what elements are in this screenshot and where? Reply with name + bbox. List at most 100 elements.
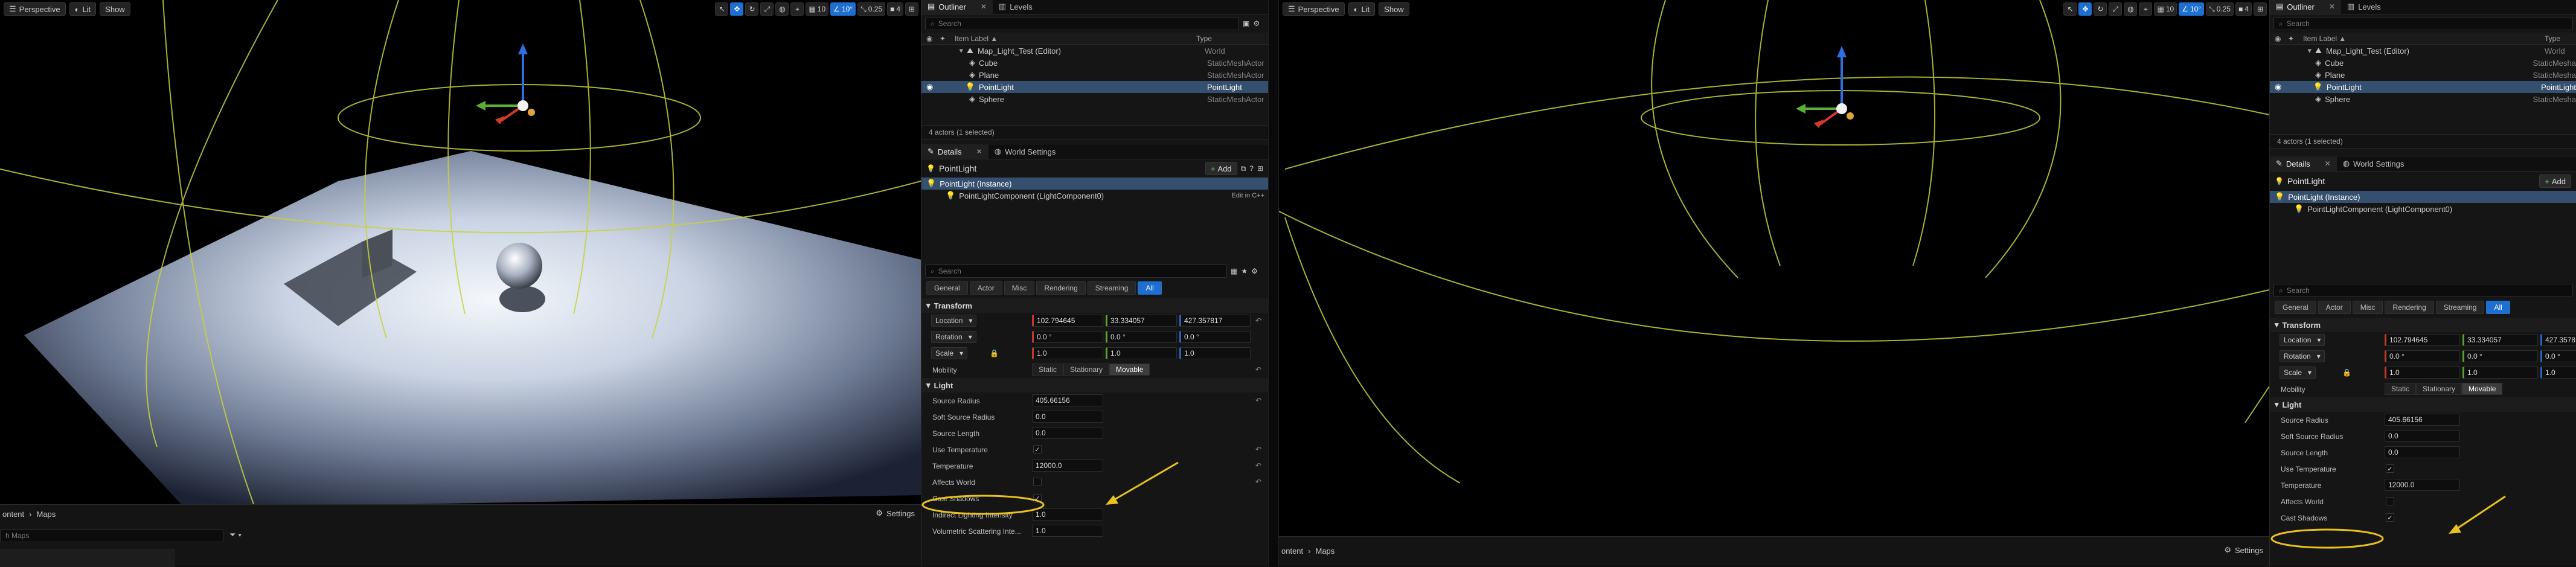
select-mode-icon[interactable]: ↖: [2063, 2, 2077, 16]
light-section[interactable]: ▾ Light: [921, 378, 1268, 392]
settings-button[interactable]: ⚙ Settings: [876, 508, 915, 518]
lit-button[interactable]: ◐ Lit: [1348, 2, 1376, 16]
blueprint-icon[interactable]: ⧉: [1241, 164, 1246, 173]
reset-icon[interactable]: ↶: [1255, 478, 1261, 486]
pin-icon[interactable]: ✦: [940, 34, 955, 43]
rotation-y-field[interactable]: 0.0 °: [2462, 350, 2538, 362]
transform-section[interactable]: ▾ Transform: [2270, 318, 2576, 332]
breadcrumb-maps[interactable]: Maps: [1316, 546, 1335, 556]
column-type[interactable]: Type: [2545, 34, 2560, 43]
camera-speed-button[interactable]: ■ 4: [2235, 2, 2252, 16]
temperature-field[interactable]: 12000.0: [1032, 460, 1103, 472]
world-space-icon[interactable]: ◍: [2124, 2, 2138, 16]
scale-z-field[interactable]: 1.0: [1179, 347, 1251, 359]
indirect-lighting-field[interactable]: 1.0: [1032, 508, 1103, 521]
actor-name[interactable]: PointLight: [939, 164, 976, 173]
add-component-button[interactable]: + Add: [2539, 175, 2571, 188]
use-temperature-checkbox[interactable]: ✓: [1033, 445, 1042, 453]
lock-icon[interactable]: ⊞: [1257, 164, 1263, 173]
tab-world-settings[interactable]: ◍ World Settings: [988, 144, 1062, 159]
location-x-field[interactable]: 102.794645: [2385, 334, 2460, 346]
mobility-movable[interactable]: Movable: [1109, 364, 1150, 376]
surface-snap-icon[interactable]: ⌖: [790, 2, 804, 16]
tab-details[interactable]: ✎ Details ✕: [921, 144, 988, 159]
rotation-x-field[interactable]: 0.0 °: [2385, 350, 2460, 362]
scale-snap-button[interactable]: ⤡ 0.25: [2206, 2, 2234, 16]
category-rendering[interactable]: Rendering: [2385, 301, 2434, 314]
actor-name[interactable]: PointLight: [2287, 176, 2325, 186]
star-icon[interactable]: ★: [1241, 267, 1248, 275]
category-actor[interactable]: Actor: [969, 281, 1002, 295]
location-z-field[interactable]: 427.35781: [2540, 334, 2576, 346]
use-temperature-checkbox[interactable]: ✓: [2386, 464, 2394, 473]
right-viewport[interactable]: ☰ Perspective ◐ Lit Show ↖ ✥ ↻ ⤢ ◍ ⌖ ▦ 10 ∠…: [1279, 0, 2269, 536]
translate-mode-icon[interactable]: ✥: [730, 2, 744, 16]
category-streaming[interactable]: Streaming: [2435, 301, 2485, 314]
category-streaming[interactable]: Streaming: [1087, 281, 1136, 295]
reset-icon[interactable]: ↶: [1255, 461, 1261, 470]
settings-icon[interactable]: ⚙: [1251, 267, 1258, 275]
lock-ratio-icon[interactable]: 🔒: [990, 349, 999, 357]
outliner-search-input[interactable]: ⌕ Search: [2273, 17, 2573, 30]
location-dropdown[interactable]: Location ▾: [2280, 334, 2325, 346]
category-general[interactable]: General: [2275, 301, 2316, 314]
world-space-icon[interactable]: ◍: [775, 2, 789, 16]
tree-row-cube[interactable]: ◈ Cube StaticMesha: [2270, 57, 2576, 69]
scale-z-field[interactable]: 1.0: [2540, 367, 2576, 379]
tree-row-plane[interactable]: ◈ Plane StaticMesha: [2270, 69, 2576, 81]
help-icon[interactable]: ?: [1249, 164, 1254, 173]
category-misc[interactable]: Misc: [2352, 301, 2383, 314]
rotation-dropdown[interactable]: Rotation ▾: [2280, 350, 2325, 362]
scale-mode-icon[interactable]: ⤢: [2109, 2, 2123, 16]
component-instance-row[interactable]: 💡 PointLight (Instance): [2270, 191, 2576, 203]
scale-mode-icon[interactable]: ⤢: [760, 2, 774, 16]
tree-row-sphere[interactable]: ◈ Sphere StaticMesha: [2270, 93, 2576, 105]
close-icon[interactable]: ✕: [981, 2, 987, 11]
grid-snap-button[interactable]: ▦ 10: [2154, 2, 2177, 16]
folder-add-icon[interactable]: ▣: [1243, 19, 1249, 28]
affects-world-checkbox[interactable]: [1033, 478, 1042, 486]
category-actor[interactable]: Actor: [2318, 301, 2351, 314]
add-component-button[interactable]: + Add: [1205, 162, 1237, 175]
eye-icon[interactable]: ◉: [921, 34, 940, 43]
cast-shadows-checkbox[interactable]: ✓: [2386, 513, 2394, 522]
edit-cpp-link[interactable]: Edit in C++: [1232, 192, 1264, 199]
light-section[interactable]: ▾ Light: [2270, 397, 2576, 412]
breadcrumb-maps[interactable]: Maps: [37, 510, 56, 519]
show-button[interactable]: Show: [1379, 2, 1409, 16]
source-length-field[interactable]: 0.0: [2385, 446, 2460, 458]
affects-world-checkbox[interactable]: [2386, 497, 2394, 505]
column-item-label[interactable]: Item Label ▲: [2303, 34, 2545, 43]
reset-icon[interactable]: ↶: [1255, 365, 1261, 374]
category-all[interactable]: All: [2486, 301, 2510, 314]
tree-row-world[interactable]: ▾ ⛰ Map_Light_Test (Editor) World: [921, 45, 1268, 57]
details-search-input[interactable]: ⌕ Search: [2273, 284, 2573, 297]
source-radius-field[interactable]: 405.66156: [1032, 394, 1103, 406]
rotation-x-field[interactable]: 0.0 °: [1032, 331, 1103, 343]
rotate-mode-icon[interactable]: ↻: [745, 2, 759, 16]
select-mode-icon[interactable]: ↖: [715, 2, 729, 16]
tree-row-cube[interactable]: ◈ Cube StaticMeshActor: [921, 57, 1268, 69]
scale-x-field[interactable]: 1.0: [2385, 367, 2460, 379]
eye-icon[interactable]: ◉: [2270, 34, 2288, 43]
show-button[interactable]: Show: [100, 2, 130, 16]
left-viewport[interactable]: ☰ Perspective ◐ Lit Show ↖ ✥ ↻ ⤢ ◍ ⌖ ▦ 10 ∠…: [0, 0, 921, 504]
location-y-field[interactable]: 33.334057: [1106, 315, 1177, 327]
source-radius-field[interactable]: 405.66156: [2385, 414, 2460, 426]
transform-section[interactable]: ▾ Transform: [921, 298, 1268, 313]
scale-x-field[interactable]: 1.0: [1032, 347, 1103, 359]
tree-row-sphere[interactable]: ◈ Sphere StaticMeshActor: [921, 93, 1268, 105]
layout-icon[interactable]: ⊞: [2254, 2, 2267, 16]
tab-details[interactable]: ✎ Details ✕: [2270, 156, 2337, 171]
breadcrumb-content[interactable]: ontent: [1281, 546, 1303, 556]
temperature-field[interactable]: 12000.0: [2385, 479, 2460, 491]
scale-y-field[interactable]: 1.0: [2462, 367, 2538, 379]
grid-snap-button[interactable]: ▦ 10: [806, 2, 829, 16]
tree-row-pointlight[interactable]: ◉ 💡 PointLight PointLight: [921, 81, 1268, 93]
grid-view-icon[interactable]: ▦: [1231, 267, 1237, 275]
rotate-mode-icon[interactable]: ↻: [2094, 2, 2107, 16]
column-item-label[interactable]: Item Label ▲: [955, 34, 1196, 43]
rotation-dropdown[interactable]: Rotation ▾: [931, 331, 976, 343]
tree-row-plane[interactable]: ◈ Plane StaticMeshActor: [921, 69, 1268, 81]
settings-icon[interactable]: ⚙: [1253, 19, 1260, 28]
